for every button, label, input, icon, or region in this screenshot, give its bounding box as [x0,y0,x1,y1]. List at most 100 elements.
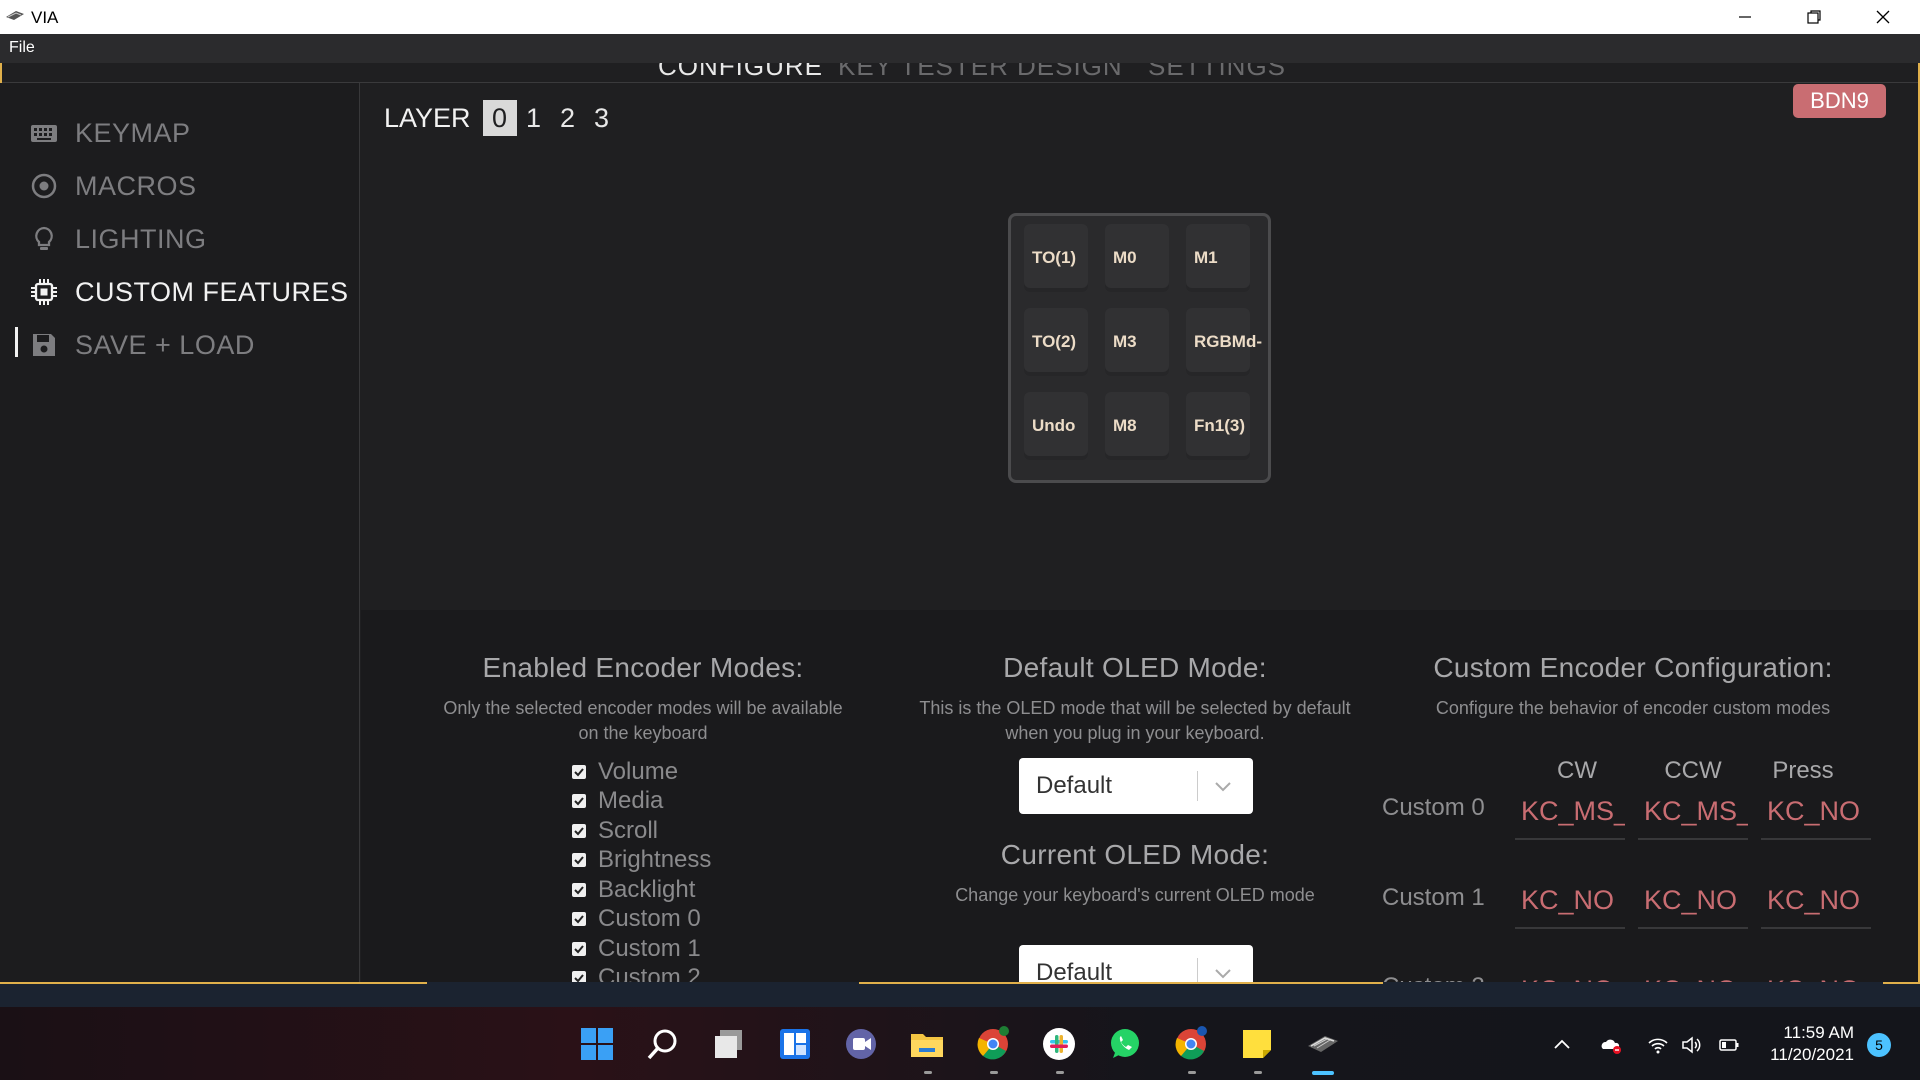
header-press: Press [1772,757,1834,784]
encoder-modes-description: Only the selected encoder modes will be … [443,698,843,743]
checkbox-icon [572,912,586,927]
battery-icon[interactable] [1718,1034,1740,1056]
sidebar-item-custom-features[interactable]: CUSTOM FEATURES [28,272,349,312]
sidebar-item-macros[interactable]: MACROS [28,166,197,206]
current-oled-description: Change your keyboard's current OLED mode [955,885,1315,905]
sidebar-item-label: MACROS [75,170,197,201]
key-1-0[interactable]: TO(2) [1024,308,1088,376]
whatsapp-icon [1111,1029,1139,1058]
clock-time: 11:59 AM [1783,1023,1854,1042]
onedrive-icon[interactable] [1600,1034,1622,1056]
title-bar: VIA [0,0,1920,34]
custom-0-label: Custom 0 [1382,794,1485,821]
sidebar-item-label: KEYMAP [75,117,191,148]
slack-button[interactable] [1040,1025,1078,1063]
search-button[interactable] [644,1025,682,1063]
key-2-2[interactable]: Fn1(3) [1186,392,1250,460]
checkbox-icon [572,853,586,868]
chevron-down-icon [1215,782,1231,792]
layer-2-button[interactable]: 2 [551,100,585,136]
file-explorer-icon [911,1034,943,1057]
accent-line [0,982,427,984]
layer-0-button[interactable]: 0 [482,100,517,136]
sticky-notes-icon [1243,1030,1271,1058]
default-oled-select[interactable]: Default [1019,758,1253,814]
chevron-up-icon[interactable] [1551,1034,1573,1056]
close-button[interactable] [1848,0,1917,34]
menu-bar: File [0,34,1920,63]
custom-1-press-input[interactable]: KC_NO [1761,885,1871,929]
restore-button[interactable] [1779,0,1848,34]
wifi-icon[interactable] [1647,1034,1669,1056]
sidebar-item-save-load[interactable]: SAVE + LOAD [28,325,255,365]
widgets-icon [780,1029,810,1059]
chrome-profile-button[interactable] [1172,1025,1210,1063]
start-button[interactable] [578,1025,616,1063]
device-badge: BDN9 [1793,84,1886,118]
layer-3-button[interactable]: 3 [585,100,619,136]
encoder-modes-list: Volume Media Scroll Brightness Backlight… [572,757,711,993]
checkbox-volume[interactable]: Volume [572,757,711,787]
window-bottom-edge [0,982,1920,1007]
sidebar-item-lighting[interactable]: LIGHTING [28,219,207,259]
sidebar-item-keymap[interactable]: KEYMAP [28,113,191,153]
via-app-button[interactable] [1304,1025,1342,1063]
tab-settings[interactable]: SETTINGS [1148,63,1286,82]
checkbox-media[interactable]: Media [572,787,711,817]
window-title: VIA [31,8,59,27]
volume-icon[interactable] [1680,1034,1702,1056]
default-oled-description: This is the OLED mode that will be selec… [919,698,1351,743]
chrome-button[interactable] [974,1025,1012,1063]
sticky-notes-button[interactable] [1238,1025,1276,1063]
key-0-2[interactable]: M1 [1186,224,1250,292]
layer-1-button[interactable]: 1 [517,100,551,136]
custom-encoder-title: Custom Encoder Configuration: [1433,652,1833,683]
task-view-button[interactable] [710,1025,748,1063]
widgets-button[interactable] [776,1025,814,1063]
teams-chat-button[interactable] [842,1025,880,1063]
layer-selector: LAYER 0 1 2 3 [384,100,619,136]
custom-0-ccw-input[interactable]: KC_MS_ [1638,796,1748,840]
custom-0-press-input[interactable]: KC_NO [1761,796,1871,840]
custom-1-cw-input[interactable]: KC_NO [1515,885,1625,929]
whatsapp-button[interactable] [1106,1025,1144,1063]
sidebar: KEYMAP MACROS LIGHTING CUSTOM FEATURES S… [0,83,360,985]
file-explorer-button[interactable] [908,1025,946,1063]
checkbox-brightness[interactable]: Brightness [572,846,711,876]
accent-line [1883,982,1920,984]
keyboard-icon [31,125,57,142]
minimize-button[interactable] [1710,0,1779,34]
checkbox-icon [572,941,586,956]
via-logo-icon [6,11,24,20]
checkbox-scroll[interactable]: Scroll [572,816,711,846]
taskbar-clock[interactable]: 11:59 AM 11/20/2021 [1760,1022,1854,1066]
custom-0-cw-input[interactable]: KC_MS_ [1515,796,1625,840]
tab-configure[interactable]: CONFIGURE [658,63,823,82]
key-2-1[interactable]: M8 [1105,392,1169,460]
checkbox-backlight[interactable]: Backlight [572,875,711,905]
tab-key-tester[interactable]: KEY TESTER [838,63,1009,82]
checkbox-custom-1[interactable]: Custom 1 [572,934,711,964]
macro-circle-icon [31,173,57,199]
checkbox-icon [572,794,586,809]
current-oled-title: Current OLED Mode: [1000,839,1270,870]
key-2-0[interactable]: Undo [1024,392,1088,460]
checkbox-custom-0[interactable]: Custom 0 [572,905,711,935]
notification-badge[interactable]: 5 [1867,1033,1891,1057]
key-1-2[interactable]: RGBMd- [1186,308,1262,376]
key-0-1[interactable]: M0 [1105,224,1169,292]
restore-icon [1806,10,1821,24]
key-1-1[interactable]: M3 [1105,308,1169,376]
default-oled-title: Default OLED Mode: [1003,652,1267,683]
top-navigation: CONFIGURE KEY TESTER DESIGN SETTINGS [0,63,1920,83]
key-0-0[interactable]: TO(1) [1024,224,1088,292]
custom-1-ccw-input[interactable]: KC_NO [1638,885,1748,929]
sidebar-item-label: LIGHTING [75,223,207,254]
tab-design[interactable]: DESIGN [1017,63,1123,82]
floppy-icon [33,334,55,356]
checkbox-icon [572,823,586,838]
file-menu[interactable]: File [9,39,35,57]
keyboard-layout: TO(1) M0 M1 TO(2) M3 RGBMd- Undo M8 Fn1(… [1008,213,1271,483]
default-oled-value: Default [1036,772,1113,799]
close-icon [1876,10,1889,24]
